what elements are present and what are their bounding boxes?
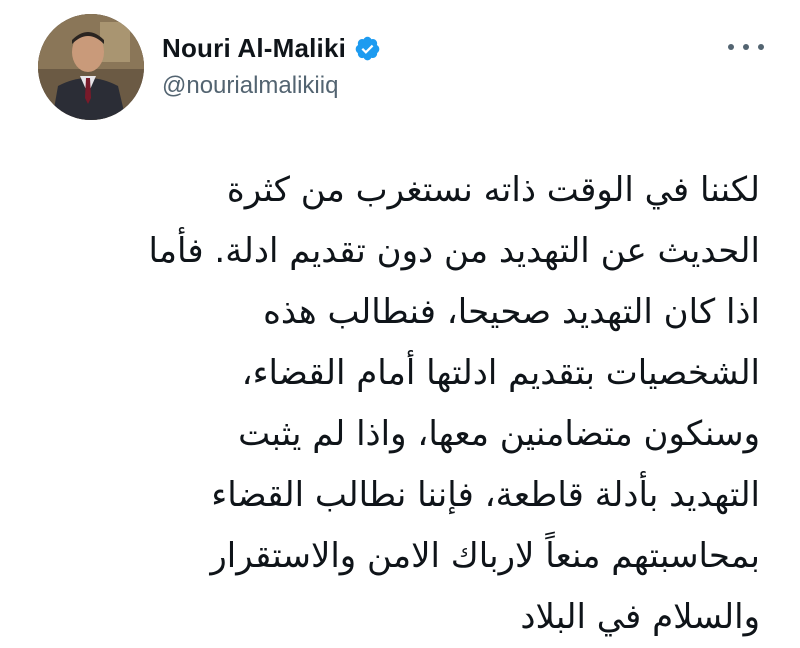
more-options-icon[interactable]: [728, 38, 764, 56]
name-row: Nouri Al-Maliki: [162, 30, 381, 66]
tweet-text-line: بمحاسبتهم منعاً لارباك الامن والاستقرار: [210, 536, 760, 576]
display-name[interactable]: Nouri Al-Maliki: [162, 33, 346, 64]
tweet-text-line: الحديث عن التهديد من دون تقديم ادلة. فأم…: [148, 231, 760, 271]
user-handle[interactable]: @nourialmalikiiq: [162, 72, 338, 100]
tweet-text-line: التهديد بأدلة قاطعة، فإننا نطالب القضاء: [211, 475, 760, 515]
tweet-text: لكننا في الوقت ذاته نستغرب من كثرة الحدي…: [40, 160, 760, 648]
tweet-card: Nouri Al-Maliki @nourialmalikiiq لكننا ف…: [0, 0, 800, 647]
tweet-text-line: لكننا في الوقت ذاته نستغرب من كثرة: [226, 170, 760, 210]
more-dot: [728, 44, 734, 50]
verified-badge-icon: [354, 35, 381, 62]
avatar[interactable]: [38, 14, 144, 120]
more-dot: [743, 44, 749, 50]
more-dot: [758, 44, 764, 50]
tweet-text-line: اذا كان التهديد صحيحا، فنطالب هذه: [263, 292, 760, 332]
tweet-text-line: وسنكون متضامنين معها، واذا لم يثبت: [238, 414, 760, 454]
tweet-text-line: والسلام في البلاد: [520, 597, 760, 637]
tweet-text-line: الشخصيات بتقديم ادلتها أمام القضاء،: [241, 353, 760, 393]
profile-photo: [38, 14, 144, 120]
